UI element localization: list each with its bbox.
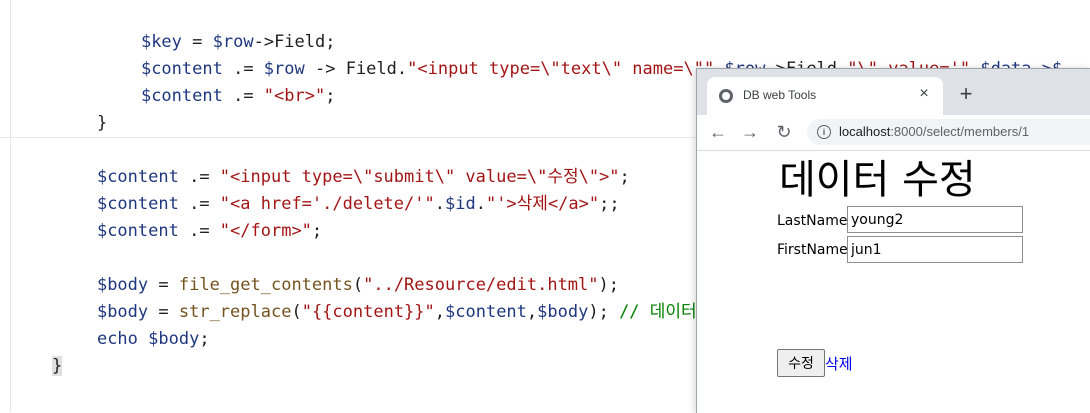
token: .=: [178, 221, 220, 241]
token: "{{content}}": [301, 302, 435, 322]
closing-brace: }: [51, 356, 63, 376]
token: ;;: [599, 194, 620, 214]
tab-strip: DB web Tools × +: [697, 69, 1090, 115]
tab-title: DB web Tools: [743, 88, 817, 102]
token: .: [434, 194, 445, 214]
address-bar[interactable]: i localhost:8000/select/members/1: [807, 119, 1090, 145]
token: ;: [325, 86, 336, 106]
code-line-3[interactable]: $content .= "<br>";: [100, 56, 336, 106]
comment: // 데이터: [619, 302, 697, 322]
token: );: [588, 302, 620, 322]
browser-tab[interactable]: DB web Tools ×: [707, 77, 943, 115]
token: $content: [445, 302, 527, 322]
code-line-7[interactable]: $content .= "</form>";: [56, 191, 322, 241]
token: ,: [526, 302, 538, 322]
code-line-8[interactable]: $body = file_get_contents("../Resource/e…: [56, 245, 619, 295]
token: ;: [619, 167, 630, 187]
token: $body: [148, 329, 200, 349]
token: Field: [345, 59, 397, 79]
url-text: localhost:8000/select/members/1: [839, 124, 1029, 139]
token: echo: [96, 329, 138, 349]
close-icon[interactable]: ×: [915, 85, 933, 103]
token: "'>삭제</a>": [485, 194, 600, 214]
page-heading: 데이터 수정: [779, 157, 976, 203]
token: "</form>": [219, 221, 312, 241]
reload-icon[interactable]: ↻: [773, 121, 795, 143]
code-line-6[interactable]: $content .= "<a href='./delete/'".$id."'…: [56, 164, 620, 214]
forward-arrow-icon[interactable]: →: [739, 121, 761, 143]
token: "<br>": [263, 86, 326, 106]
token: ;: [311, 221, 323, 241]
code-line-11[interactable]: }: [11, 326, 63, 376]
code-line-5[interactable]: $content .= "<input type=\"submit\" valu…: [56, 137, 630, 187]
token: $body: [537, 302, 589, 322]
code-line-10[interactable]: echo $body;: [56, 299, 210, 349]
browser-window: DB web Tools × + ← → ↻ i localhost:8000/…: [696, 68, 1090, 413]
code-line-1[interactable]: $key = $row->Field;: [100, 2, 336, 52]
browser-toolbar: ← → ↻ i localhost:8000/select/members/1: [697, 115, 1090, 151]
token: $id: [444, 194, 476, 214]
token: }: [96, 113, 108, 133]
new-tab-icon[interactable]: +: [955, 83, 977, 105]
token: .=: [222, 86, 264, 106]
token: "<input type=\"text\" name=\"": [407, 59, 715, 79]
token: ,: [434, 302, 446, 322]
url-path: :8000/select/members/1: [890, 124, 1030, 139]
web-page: 데이터 수정 LastName FirstName 수정 삭제: [697, 151, 1090, 413]
firstname-input[interactable]: [847, 236, 1023, 263]
code-line-4[interactable]: }: [56, 83, 107, 133]
token: ;: [199, 329, 210, 349]
back-arrow-icon[interactable]: ←: [707, 121, 729, 143]
token: (: [291, 302, 302, 322]
token: .: [396, 59, 408, 79]
token: $content: [96, 221, 179, 241]
lastname-input[interactable]: [847, 206, 1023, 233]
firstname-label: FirstName: [777, 242, 848, 258]
delete-link[interactable]: 삭제: [825, 353, 853, 374]
submit-button[interactable]: 수정: [777, 349, 825, 377]
url-host: localhost: [839, 124, 891, 139]
lastname-label: LastName: [777, 213, 848, 229]
token: $content: [140, 86, 223, 106]
token: .: [475, 194, 486, 214]
info-icon[interactable]: i: [817, 125, 831, 139]
code-line-9[interactable]: $body = str_replace("{{content}}",$conte…: [56, 272, 697, 322]
code-line-2[interactable]: $content .= $row -> Field."<input type=\…: [100, 29, 1062, 79]
globe-icon: [719, 89, 733, 103]
